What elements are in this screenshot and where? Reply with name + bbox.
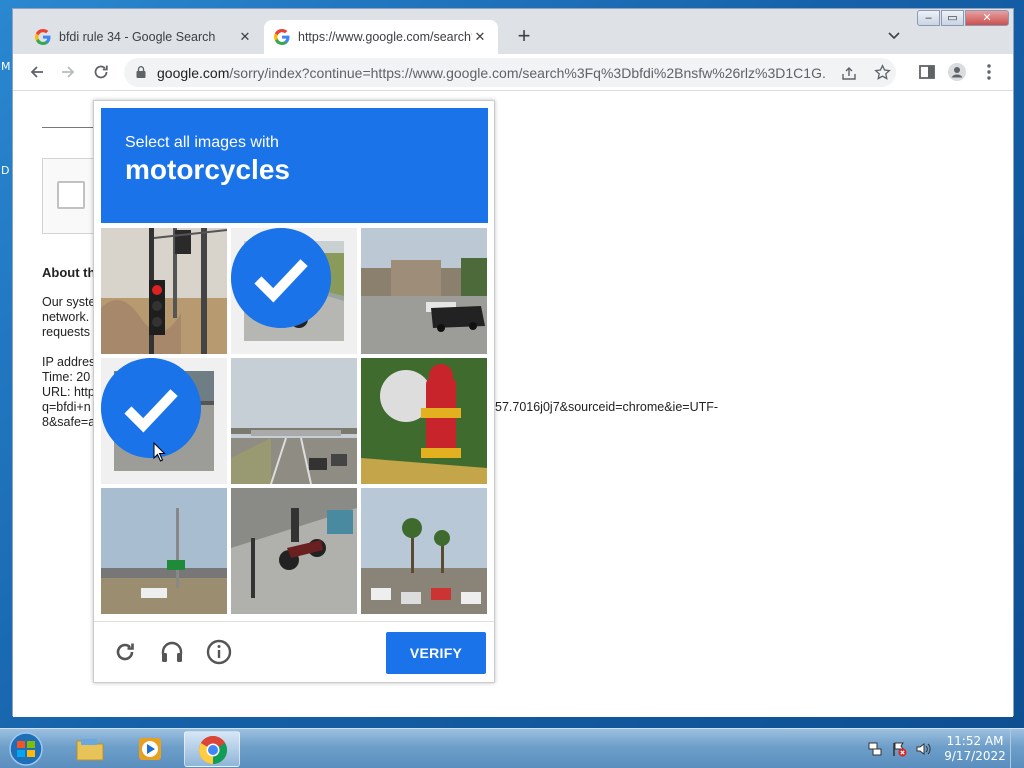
system-tray: 11:52 AM 9/17/2022 [860, 729, 1024, 768]
palm-trees-parking-image [361, 488, 487, 614]
address-bar[interactable]: google.com/sorry/index?continue=https://… [124, 58, 896, 87]
mouse-cursor-icon [153, 442, 166, 462]
start-button-icon[interactable] [6, 731, 46, 767]
action-center-flag-icon[interactable] [891, 741, 907, 757]
captcha-tile-selected[interactable] [101, 358, 227, 484]
desktop-icon-label-fragment: D [1, 164, 10, 177]
street-building-image [361, 228, 487, 354]
captcha-tile[interactable] [231, 488, 357, 614]
show-desktop-button[interactable] [1010, 729, 1024, 768]
captcha-footer: VERIFY [94, 621, 494, 683]
page-paragraph-line: Our syste [42, 295, 96, 309]
tab-google-search[interactable]: bfdi rule 34 - Google Search ✕ [25, 20, 263, 54]
page-paragraph-line: requests [42, 325, 90, 339]
desktop-icon-label-fragment: M [1, 60, 11, 73]
road-sign-image [101, 488, 227, 614]
forward-arrow-icon[interactable] [58, 62, 78, 82]
reload-challenge-icon[interactable] [112, 639, 138, 665]
captcha-header: Select all images with motorcycles [101, 108, 488, 223]
window-maximize-button[interactable]: ▭ [941, 10, 964, 26]
url-line-overflow: 57.7016j0j7&sourceid=chrome&ie=UTF- [495, 400, 719, 414]
audio-challenge-icon[interactable] [159, 639, 185, 665]
chrome-icon [199, 736, 227, 764]
scooter-sidewalk-image [231, 488, 357, 614]
new-tab-button[interactable]: + [513, 25, 535, 47]
bookmark-star-icon[interactable] [874, 64, 891, 81]
selected-check-icon [101, 358, 201, 458]
url-text: google.com/sorry/index?continue=https://… [157, 65, 827, 81]
time-line: Time: 20 [42, 370, 91, 384]
network-icon[interactable] [867, 741, 883, 757]
verify-button[interactable]: VERIFY [386, 632, 486, 674]
window-close-button[interactable]: ✕ [965, 10, 1009, 26]
share-icon[interactable] [841, 65, 857, 81]
side-panel-icon[interactable] [917, 62, 937, 82]
window-minimize-button[interactable]: – [917, 10, 940, 26]
highway-image [231, 358, 357, 484]
folder-icon [76, 739, 104, 761]
back-arrow-icon[interactable] [27, 62, 47, 82]
tab-strip: bfdi rule 34 - Google Search ✕ https://w… [13, 9, 1013, 54]
tab-sorry-page[interactable]: https://www.google.com/search? ✕ [264, 20, 498, 54]
recaptcha-checkbox[interactable] [57, 181, 85, 209]
clock-date: 9/17/2022 [944, 749, 1006, 763]
captcha-target: motorcycles [125, 154, 290, 185]
taskbar-chrome-button[interactable] [184, 731, 240, 767]
tab-label: bfdi rule 34 - Google Search [59, 30, 216, 44]
page-paragraph-line: network. [42, 310, 90, 324]
url-line: q=bfdi+n [42, 400, 91, 414]
captcha-tile[interactable] [361, 228, 487, 354]
google-icon [35, 29, 51, 45]
url-line: 8&safe=a [42, 415, 96, 429]
taskbar-explorer-button[interactable] [62, 731, 118, 767]
lock-icon [136, 66, 146, 78]
captcha-tile-selected[interactable] [231, 228, 357, 354]
traffic-light-image [101, 228, 227, 354]
tab-label: https://www.google.com/search? [298, 30, 472, 44]
volume-icon[interactable] [915, 741, 931, 757]
clock-time: 11:52 AM [946, 734, 1004, 748]
url-line: URL: http [42, 385, 95, 399]
captcha-tile[interactable] [231, 358, 357, 484]
captcha-tile[interactable] [361, 358, 487, 484]
captcha-tile[interactable] [101, 228, 227, 354]
captcha-tile[interactable] [361, 488, 487, 614]
about-heading: About th [42, 265, 96, 280]
chevron-down-icon[interactable] [886, 27, 902, 43]
ip-address-line: IP addres [42, 355, 96, 369]
tab-close-icon[interactable]: ✕ [237, 29, 253, 45]
media-player-icon [139, 738, 161, 760]
taskbar-media-player-button[interactable] [122, 731, 178, 767]
tab-close-icon[interactable]: ✕ [472, 29, 488, 45]
info-icon[interactable] [206, 639, 232, 665]
taskbar-clock[interactable]: 11:52 AM 9/17/2022 [940, 734, 1010, 764]
profile-avatar-icon[interactable] [947, 62, 967, 82]
url-host: google.com [157, 65, 230, 81]
url-path: /sorry/index?continue=https://www.google… [229, 65, 827, 81]
browser-toolbar: google.com/sorry/index?continue=https://… [13, 54, 1013, 91]
more-menu-icon[interactable] [979, 62, 999, 82]
fire-hydrant-image [361, 358, 487, 484]
selected-check-icon [231, 228, 331, 328]
reload-icon[interactable] [91, 62, 111, 82]
taskbar: 11:52 AM 9/17/2022 [0, 728, 1024, 768]
captcha-dialog: Select all images with motorcycles VERIF… [93, 100, 495, 683]
captcha-tile[interactable] [101, 488, 227, 614]
captcha-instruction: Select all images with [125, 134, 279, 151]
google-icon [274, 29, 290, 45]
captcha-image-grid [101, 228, 488, 615]
